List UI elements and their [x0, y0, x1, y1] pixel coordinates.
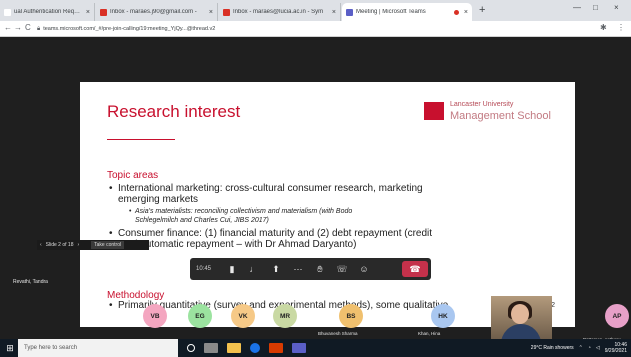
teams-icon [346, 8, 353, 16]
tab-authentication[interactable]: ual Authentication Requeste × [0, 3, 95, 21]
back-button[interactable]: ← [4, 23, 12, 32]
close-icon[interactable]: × [209, 9, 213, 16]
windows-taskbar: ⊞ Type here to search 29°C Rain showers … [0, 339, 631, 357]
participant-name: Bhuvanesh Sharma [318, 331, 358, 336]
search-placeholder: Type here to search [24, 345, 78, 351]
bullet-line: emerging markets [118, 194, 199, 205]
avatar[interactable]: AP [605, 304, 629, 328]
slide-title: Research interest [107, 102, 241, 121]
maximize-button[interactable]: □ [593, 3, 598, 12]
url-text: teams.microsoft.com/_#/pre-join-calling/… [43, 26, 216, 32]
avatar[interactable]: HK [431, 304, 455, 328]
crest-icon [424, 102, 444, 120]
share-icon[interactable]: ⬆ [265, 264, 287, 275]
next-slide-button[interactable]: › [77, 242, 79, 248]
mic-icon[interactable]: ♩ [243, 264, 265, 274]
more-icon[interactable]: ⋯ [287, 264, 309, 275]
call-controls: 10:45 ▮ ♩ ⬆ ⋯ ✋︎ ☏ ☺ ☎ [190, 258, 431, 280]
bullet-line: International marketing: cross-cultural … [118, 183, 423, 194]
participant-name: Khan, Hina [418, 331, 441, 336]
title-underline [107, 139, 175, 140]
logo-university: Lancaster University [450, 101, 514, 108]
bullet-dot: • [109, 300, 113, 311]
avatar[interactable]: VK [231, 304, 255, 328]
clock-date: 9/29/2021 [604, 348, 627, 354]
bullet-line: Consumer finance: (1) financial maturity… [118, 228, 433, 239]
tab-title: Inbox - maraes.j90@gmail.com - [110, 9, 197, 15]
bullet-consumer-finance: • Consumer finance: (1) financial maturi… [109, 228, 433, 250]
avatar[interactable]: MR [273, 304, 297, 328]
tab-title: Inbox - maraes@lucia.ac.in - Sym [233, 9, 324, 15]
sub-bullet-line: Schlegelmilch and Charles Cui, JIBS 2017… [135, 217, 269, 224]
url-field[interactable]: 🔒︎ teams.microsoft.com/_#/pre-join-calli… [37, 23, 577, 35]
tab-lucia-inbox[interactable]: Inbox - maraes@lucia.ac.in - Sym × [219, 3, 341, 21]
tab-title: Meeting | Microsoft Teams [356, 9, 426, 15]
sub-bullet-line: Asia's materialists: reconciling collect… [135, 208, 353, 215]
forward-button[interactable]: → [14, 23, 22, 32]
tab-favicon [4, 8, 11, 16]
meeting-stage: Research interest Lancaster University M… [0, 37, 631, 345]
taskbar-search[interactable]: Type here to search [18, 339, 178, 357]
chat-icon[interactable]: ☏ [331, 264, 353, 275]
recording-dot-icon [453, 9, 459, 15]
take-control-button[interactable]: Take control [91, 241, 125, 249]
bullet-line: card automatic repayment – with Dr Ahmad… [118, 239, 357, 250]
previous-slide-button[interactable]: ‹ [40, 242, 42, 248]
presenter-name: Revathi, Tandra [13, 279, 48, 285]
system-tray: 29°C Rain showers ⌃ ◔ ◁ 10:46 9/29/2021 [526, 342, 627, 354]
gmail-icon [100, 8, 107, 16]
bullet-international: • International marketing: cross-cultura… [109, 183, 423, 205]
participants-icon[interactable]: ☺ [353, 264, 375, 274]
extensions-icon[interactable]: ✱ [600, 23, 607, 32]
participant-video-tile[interactable] [491, 296, 552, 339]
logo-school: Management School [450, 110, 551, 122]
bullet-dot: • [109, 228, 113, 239]
lock-icon: 🔒︎ [37, 25, 41, 32]
taskbar-clock[interactable]: 10:46 9/29/2021 [605, 342, 627, 354]
wifi-icon[interactable]: ◔ [588, 345, 591, 351]
browser-tab-bar: ual Authentication Requeste × Inbox - ma… [0, 0, 631, 21]
browser-menu-icon[interactable]: ⋮ [617, 23, 625, 32]
close-icon[interactable]: × [464, 9, 468, 16]
gmail-icon [223, 8, 230, 16]
address-bar-row: ← → C 🔒︎ teams.microsoft.com/_#/pre-join… [0, 21, 631, 37]
close-icon[interactable]: × [332, 9, 336, 16]
sub-bullet-materialists: • Asia's materialists: reconciling colle… [129, 207, 353, 225]
task-view-icon[interactable] [204, 343, 218, 353]
avatar[interactable]: VB [143, 304, 167, 328]
university-logo: Lancaster University Management School [424, 99, 559, 125]
tab-gmail-inbox[interactable]: Inbox - maraes.j90@gmail.com - × [96, 3, 218, 21]
close-icon[interactable]: × [86, 9, 90, 16]
call-timer: 10:45 [196, 266, 212, 272]
hang-up-icon[interactable]: ☎ [402, 261, 428, 277]
new-tab-button[interactable]: + [479, 4, 485, 16]
raise-hand-icon[interactable]: ✋︎ [309, 264, 331, 275]
volume-icon[interactable]: ◁ [596, 345, 600, 351]
avatar[interactable]: BS [339, 304, 363, 328]
cortana-icon[interactable] [187, 344, 195, 352]
slide-counter: Slide 2 of 18 [45, 242, 74, 248]
file-explorer-icon[interactable] [227, 343, 241, 353]
topic-heading: Topic areas [107, 170, 159, 181]
video-person-face [511, 304, 529, 324]
reload-button[interactable]: C [25, 23, 31, 32]
minimize-button[interactable]: — [573, 3, 581, 12]
avatar[interactable]: EG [188, 304, 212, 328]
bullet-dot: • [129, 208, 132, 215]
close-window-button[interactable]: × [614, 3, 619, 12]
tab-teams-meeting[interactable]: Meeting | Microsoft Teams × [342, 3, 472, 21]
tray-chevron-icon[interactable]: ⌃ [579, 345, 583, 351]
weather-text[interactable]: 29°C Rain showers [531, 345, 574, 351]
teams-taskbar-icon[interactable] [292, 343, 306, 353]
windows-start-icon[interactable]: ⊞ [2, 343, 18, 354]
tab-title: ual Authentication Requeste [14, 9, 83, 15]
chrome-icon[interactable] [250, 343, 260, 353]
camera-icon[interactable]: ▮ [221, 264, 243, 275]
powerpoint-icon[interactable] [269, 343, 283, 353]
bullet-dot: • [109, 183, 113, 194]
shared-slide: Research interest Lancaster University M… [80, 82, 575, 327]
slide-pager: ‹ Slide 2 of 18 › Take control [37, 240, 149, 250]
